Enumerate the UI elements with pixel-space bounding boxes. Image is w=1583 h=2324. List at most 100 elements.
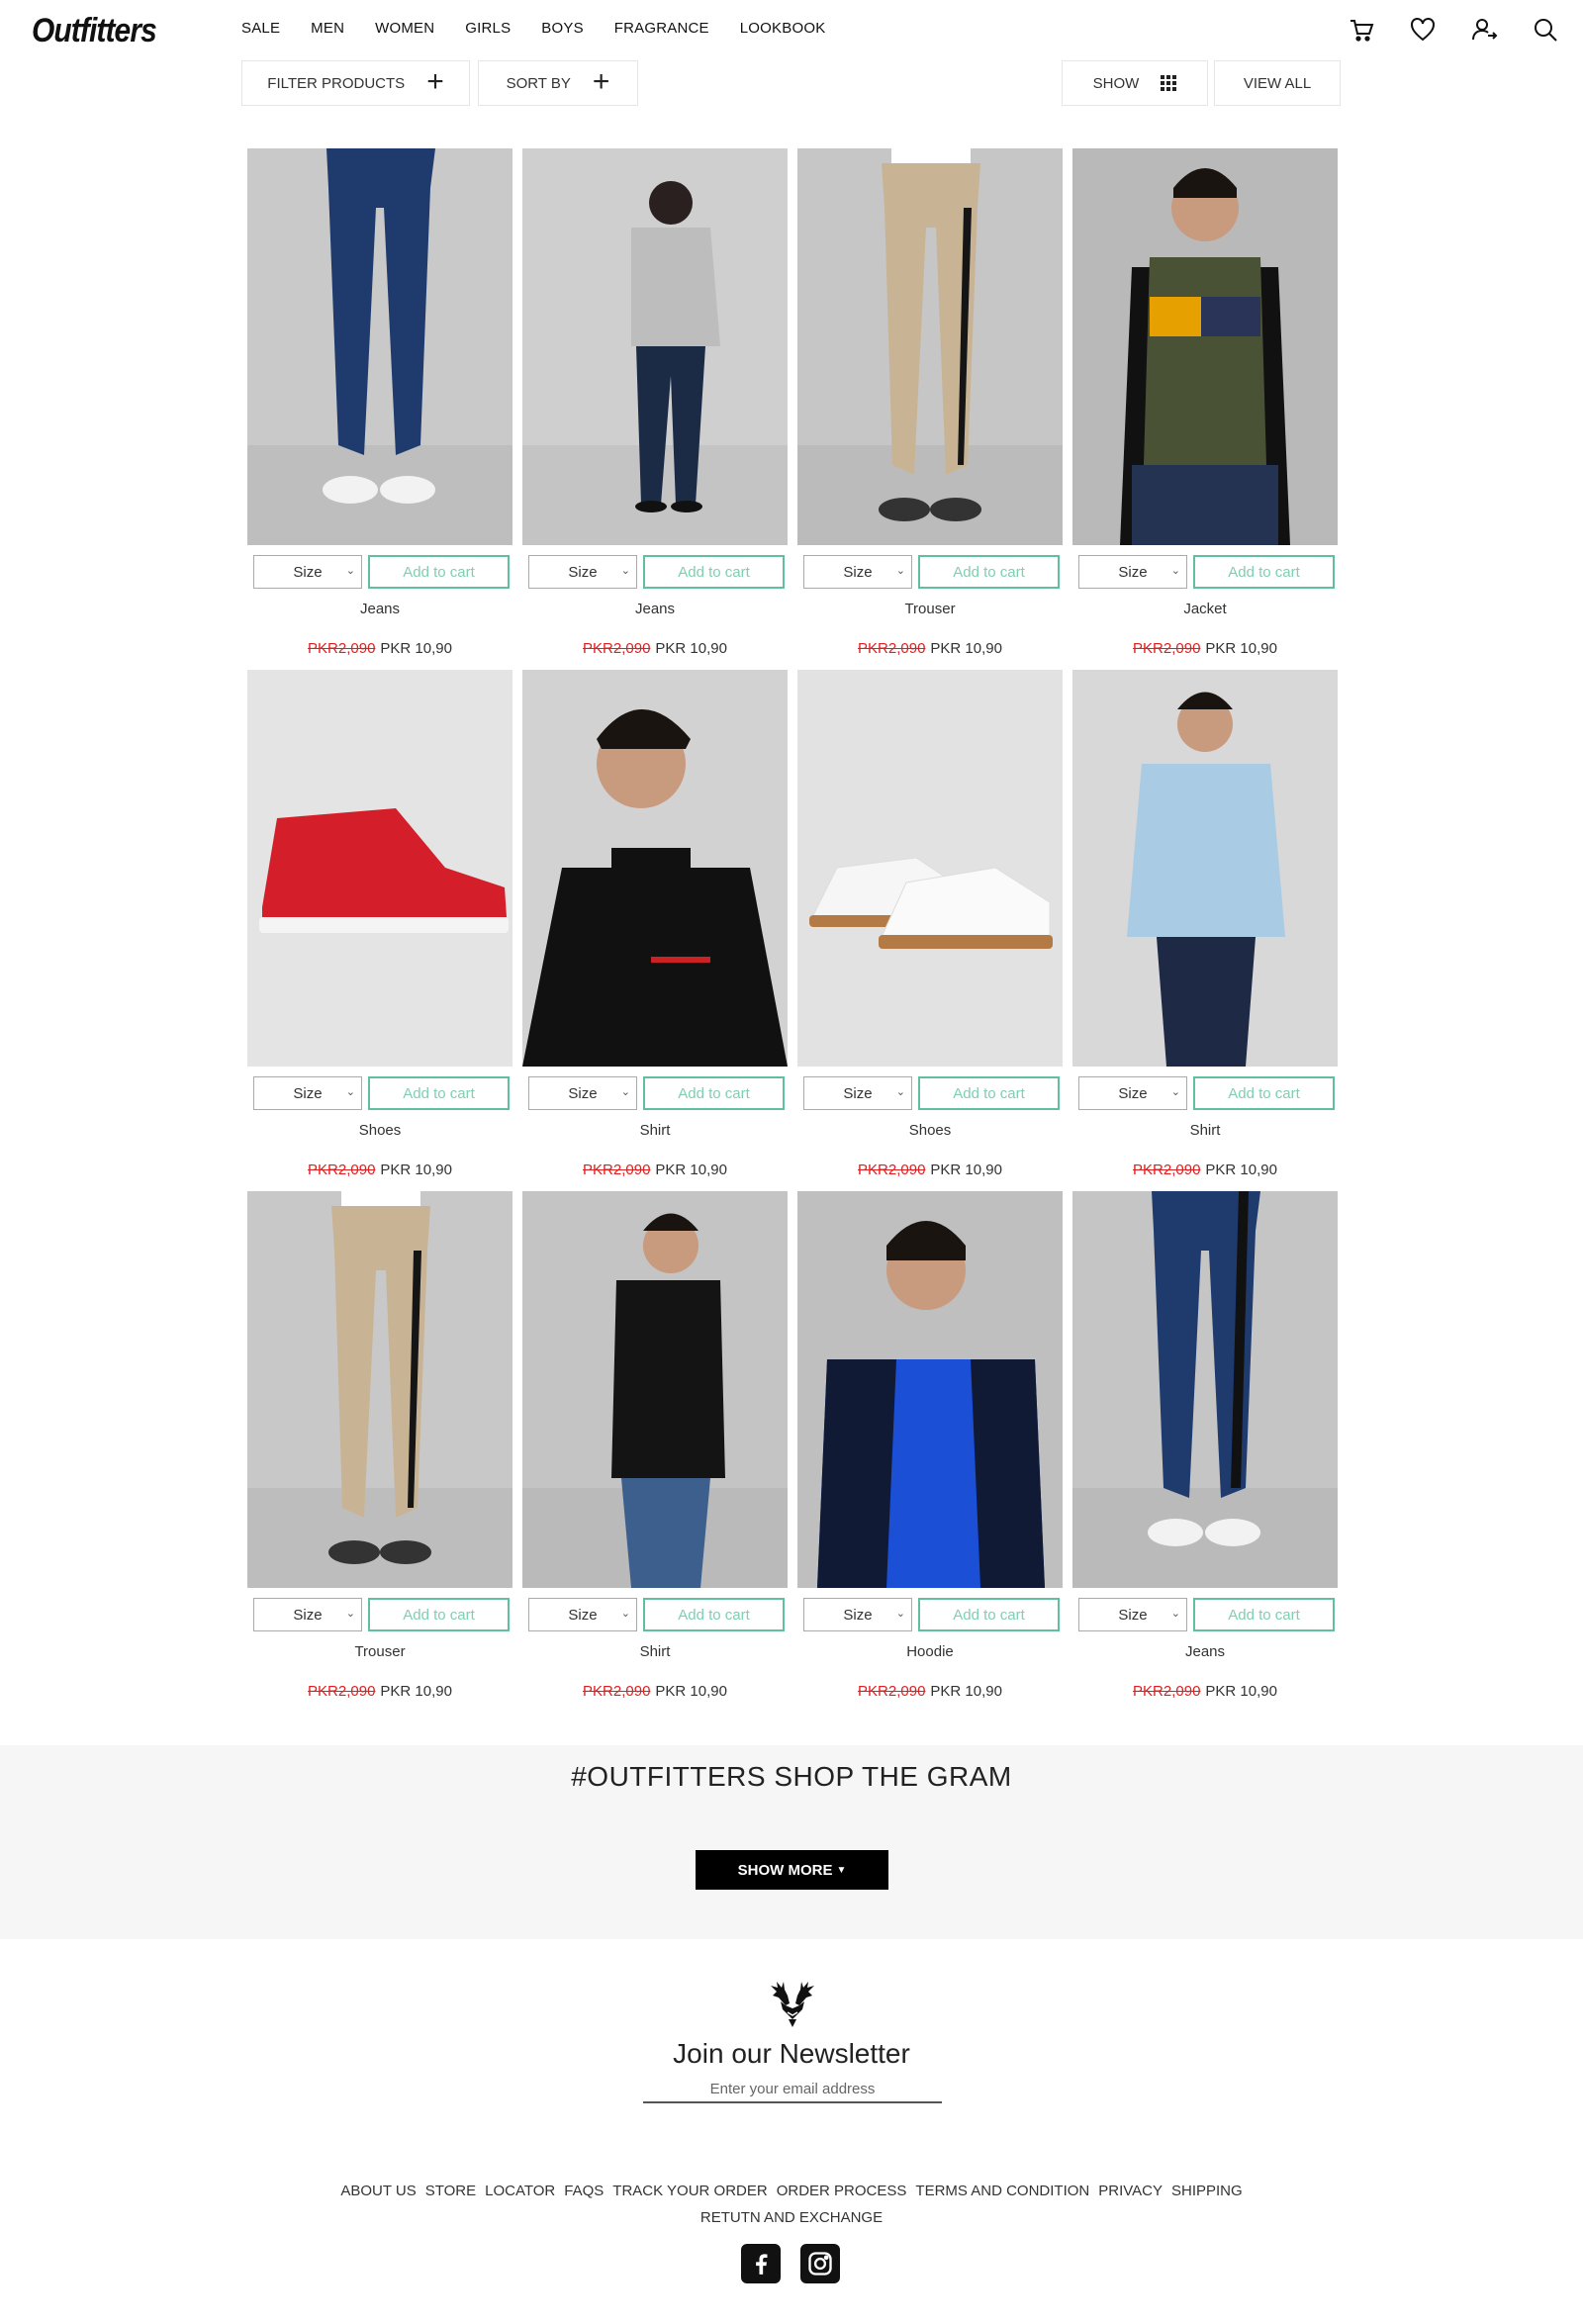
product-name[interactable]: Jacket [1072,601,1338,617]
view-all-label: VIEW ALL [1243,74,1312,92]
cart-icon[interactable] [1346,14,1377,46]
footer-link-shipping[interactable]: SHIPPING [1171,2183,1243,2199]
footer-link-store[interactable]: STORE [425,2183,476,2199]
account-icon[interactable] [1468,14,1500,46]
nav-item-girls[interactable]: GIRLS [465,20,511,37]
product-controls: Size ⌄ Add to cart [1078,1598,1335,1631]
product-name[interactable]: Jeans [247,601,512,617]
footer-link-about-us[interactable]: ABOUT US [340,2183,416,2199]
product-image[interactable] [797,148,1063,545]
nav-item-lookbook[interactable]: LOOKBOOK [740,20,826,37]
product-card[interactable]: Size ⌄ Add to cart Shoes PKR2,090 PKR 10,90 [797,670,1063,1191]
add-to-cart-button[interactable]: Add to cart [643,1598,785,1631]
footer-link-privacy[interactable]: PRIVACY [1098,2183,1163,2199]
sale-price: PKR 10,90 [1205,1683,1277,1700]
product-name[interactable]: Shirt [522,1122,788,1139]
nav-item-boys[interactable]: BOYS [541,20,583,37]
size-select[interactable]: Size ⌄ [803,1076,912,1110]
filter-products-button[interactable]: FILTER PRODUCTS + [241,60,470,106]
product-image[interactable] [522,1191,788,1588]
size-select[interactable]: Size ⌄ [528,1598,637,1631]
size-select[interactable]: Size ⌄ [253,1076,362,1110]
sort-by-button[interactable]: SORT BY + [478,60,638,106]
product-card[interactable]: Size ⌄ Add to cart Shirt PKR2,090 PKR 10,90 [1072,670,1338,1191]
product-image[interactable] [522,148,788,545]
brand-logo[interactable]: Outfitters [32,12,157,50]
product-card[interactable]: Size ⌄ Add to cart Trouser PKR2,090 PKR 10,90 [797,148,1063,670]
size-select[interactable]: Size ⌄ [1078,555,1187,589]
product-card[interactable]: Size ⌄ Add to cart Jeans PKR2,090 PKR 10,90 [1072,1191,1338,1713]
add-to-cart-button[interactable]: Add to cart [643,555,785,589]
product-card[interactable]: Size ⌄ Add to cart Jeans PKR2,090 PKR 10,90 [522,148,788,670]
size-select[interactable]: Size ⌄ [528,555,637,589]
product-controls: Size ⌄ Add to cart [803,555,1060,589]
footer-link-faqs[interactable]: FAQS [564,2183,604,2199]
product-name[interactable]: Trouser [797,601,1063,617]
size-select[interactable]: Size ⌄ [1078,1076,1187,1110]
sale-price: PKR 10,90 [655,1683,727,1700]
product-image[interactable] [797,1191,1063,1588]
footer-link-order-process[interactable]: ORDER PROCESS [777,2183,907,2199]
add-to-cart-button[interactable]: Add to cart [1193,555,1335,589]
original-price: PKR2,090 [308,1683,376,1700]
product-image[interactable] [1072,1191,1338,1588]
product-name[interactable]: Trouser [247,1643,512,1660]
add-to-cart-button[interactable]: Add to cart [368,1076,510,1110]
product-image[interactable] [247,148,512,545]
product-controls: Size ⌄ Add to cart [253,1598,510,1631]
heart-icon[interactable] [1407,14,1439,46]
footer-link-locator[interactable]: LOCATOR [485,2183,555,2199]
product-card[interactable]: Size ⌄ Add to cart Shirt PKR2,090 PKR 10,90 [522,670,788,1191]
product-card[interactable]: Size ⌄ Add to cart Trouser PKR2,090 PKR 10,90 [247,1191,512,1713]
size-select[interactable]: Size ⌄ [1078,1598,1187,1631]
add-to-cart-button[interactable]: Add to cart [918,555,1060,589]
product-name[interactable]: Shirt [522,1643,788,1660]
add-to-cart-button[interactable]: Add to cart [918,1076,1060,1110]
product-name[interactable]: Jeans [522,601,788,617]
nav-item-fragrance[interactable]: FRAGRANCE [614,20,709,37]
size-select[interactable]: Size ⌄ [253,1598,362,1631]
product-image[interactable] [522,670,788,1067]
product-name[interactable]: Shoes [797,1122,1063,1139]
newsletter-email-input[interactable] [643,2076,942,2103]
size-select[interactable]: Size ⌄ [803,1598,912,1631]
nav-item-men[interactable]: MEN [311,20,344,37]
product-image[interactable] [1072,148,1338,545]
add-to-cart-button[interactable]: Add to cart [368,555,510,589]
product-name[interactable]: Jeans [1072,1643,1338,1660]
product-card[interactable]: Size ⌄ Add to cart Shirt PKR2,090 PKR 10,90 [522,1191,788,1713]
product-card[interactable]: Size ⌄ Add to cart Hoodie PKR2,090 PKR 10,90 [797,1191,1063,1713]
nav-item-women[interactable]: WOMEN [375,20,434,37]
size-select[interactable]: Size ⌄ [253,555,362,589]
size-select[interactable]: Size ⌄ [528,1076,637,1110]
product-image[interactable] [797,670,1063,1067]
nav-item-sale[interactable]: SALE [241,20,280,37]
product-card[interactable]: Size ⌄ Add to cart Jeans PKR2,090 PKR 10,90 [247,148,512,670]
product-image[interactable] [247,1191,512,1588]
product-card[interactable]: Size ⌄ Add to cart Jacket PKR2,090 PKR 10,90 [1072,148,1338,670]
caret-down-icon: ▼ [836,1864,847,1876]
instagram-icon[interactable] [800,2244,840,2283]
add-to-cart-button[interactable]: Add to cart [918,1598,1060,1631]
add-to-cart-button[interactable]: Add to cart [1193,1076,1335,1110]
product-name[interactable]: Shoes [247,1122,512,1139]
product-name[interactable]: Hoodie [797,1643,1063,1660]
search-icon[interactable] [1530,14,1561,46]
add-to-cart-button[interactable]: Add to cart [1193,1598,1335,1631]
footer-link-retutn-and-exchange[interactable]: RETUTN AND EXCHANGE [700,2209,883,2226]
add-to-cart-button[interactable]: Add to cart [643,1076,785,1110]
add-to-cart-button[interactable]: Add to cart [368,1598,510,1631]
product-card[interactable]: Size ⌄ Add to cart Shoes PKR2,090 PKR 10,90 [247,670,512,1191]
product-image[interactable] [1072,670,1338,1067]
view-all-button[interactable]: VIEW ALL [1214,60,1341,106]
footer-link-track-your-order[interactable]: TRACK YOUR ORDER [612,2183,767,2199]
sale-price: PKR 10,90 [930,1683,1002,1700]
size-select[interactable]: Size ⌄ [803,555,912,589]
product-image[interactable] [247,670,512,1067]
product-name[interactable]: Shirt [1072,1122,1338,1139]
product-controls: Size ⌄ Add to cart [528,1598,785,1631]
footer-link-terms-and-condition[interactable]: TERMS AND CONDITION [915,2183,1089,2199]
show-more-button[interactable]: SHOW MORE ▼ [696,1850,888,1890]
facebook-icon[interactable] [741,2244,781,2283]
show-grid-button[interactable]: SHOW [1062,60,1208,106]
